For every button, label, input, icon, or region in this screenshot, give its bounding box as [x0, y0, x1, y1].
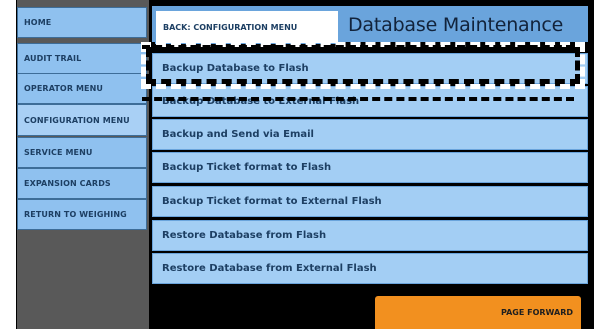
menu-item-label: Backup Ticket format to Flash	[162, 162, 332, 173]
menu-item-restore-database-from-flash[interactable]: Restore Database from Flash	[152, 220, 588, 251]
sidebar-item-label: HOME	[24, 18, 52, 27]
sidebar-item-audit-trail[interactable]: AUDIT TRAIL	[17, 43, 147, 74]
sidebar-item-label: EXPANSION CARDS	[24, 179, 111, 188]
sidebar-item-label: OPERATOR MENU	[24, 84, 103, 93]
sidebar-item-home[interactable]: HOME	[17, 7, 147, 38]
sidebar-item-label: SERVICE MENU	[24, 148, 93, 157]
menu-item-backup-and-send-via-email[interactable]: Backup and Send via Email	[152, 119, 588, 150]
sidebar-item-label: RETURN TO WEIGHING	[24, 210, 127, 219]
back-button[interactable]: BACK: CONFIGURATION MENU	[155, 10, 339, 44]
sidebar-item-expansion-cards[interactable]: EXPANSION CARDS	[17, 168, 147, 199]
focus-highlight-band	[142, 45, 574, 101]
menu-item-backup-ticket-format-to-external-flash[interactable]: Backup Ticket format to External Flash	[152, 186, 588, 217]
page-forward-button[interactable]: PAGE FORWARD	[375, 296, 581, 329]
menu-item-label: Restore Database from External Flash	[162, 263, 377, 274]
back-button-label: BACK: CONFIGURATION MENU	[163, 22, 298, 32]
menu-item-label: Backup and Send via Email	[162, 129, 314, 140]
sidebar-item-return-to-weighing[interactable]: RETURN TO WEIGHING	[17, 199, 147, 230]
sidebar-item-label: CONFIGURATION MENU	[24, 115, 130, 125]
menu-item-label: Restore Database from Flash	[162, 230, 327, 241]
page-title: Database Maintenance	[348, 14, 564, 36]
sidebar-item-service-menu[interactable]: SERVICE MENU	[17, 137, 147, 168]
page-forward-label: PAGE FORWARD	[500, 308, 573, 317]
sidebar-item-configuration-menu[interactable]: CONFIGURATION MENU	[17, 104, 147, 136]
menu-item-label: Backup Ticket format to External Flash	[162, 196, 382, 207]
menu-item-restore-database-from-external-flash[interactable]: Restore Database from External Flash	[152, 253, 588, 284]
menu-item-backup-ticket-format-to-flash[interactable]: Backup Ticket format to Flash	[152, 152, 588, 183]
sidebar-item-label: AUDIT TRAIL	[24, 54, 82, 63]
sidebar-item-operator-menu[interactable]: OPERATOR MENU	[17, 73, 147, 104]
